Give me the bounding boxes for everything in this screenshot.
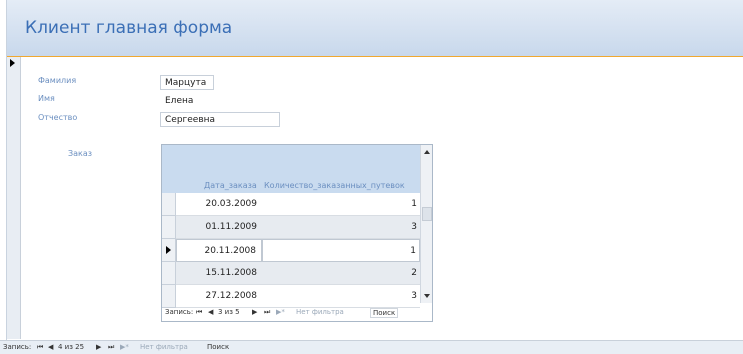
form-first-record-icon[interactable]: ⏮ <box>37 343 43 352</box>
subform-record-position[interactable]: 3 из 5 <box>218 308 240 316</box>
form-title: Клиент главная форма <box>25 18 233 38</box>
form-last-record-icon[interactable]: ⏭ <box>108 343 114 352</box>
subform-next-record-icon[interactable]: ▶ <box>252 308 257 316</box>
form-header: Клиент главная форма <box>7 0 743 57</box>
subform-prev-record-icon[interactable]: ◀ <box>208 308 213 316</box>
subform-record-navigator: Запись: ⏮ ◀ 3 из 5 ▶ ⏭ ▶* Нет фильтра По… <box>162 304 432 321</box>
column-header-qty[interactable]: Количество_заказанных_путевок <box>264 181 405 190</box>
patronymic-field[interactable]: Сергеевна <box>160 112 280 127</box>
qty-cell[interactable]: 1 <box>262 239 420 262</box>
current-row-arrow-icon <box>166 246 171 254</box>
subform-last-record-icon[interactable]: ⏭ <box>264 308 270 317</box>
subform-header: Дата_заказа Количество_заказанных_путево… <box>162 145 420 193</box>
form-record-navigator: Запись: ⏮ ◀ 4 из 25 ▶ ⏭ ▶* Нет фильтра П… <box>0 340 743 354</box>
name-label: Имя <box>38 94 55 103</box>
subform-new-record-icon[interactable]: ▶* <box>276 308 285 316</box>
scroll-thumb[interactable] <box>422 207 432 221</box>
current-record-arrow-icon <box>10 59 15 67</box>
table-row[interactable]: 01.11.2009 3 <box>162 216 420 239</box>
scroll-down-icon[interactable] <box>424 294 430 298</box>
record-selector[interactable] <box>7 57 21 339</box>
date-cell[interactable]: 15.11.2008 <box>176 262 262 285</box>
form-prev-record-icon[interactable]: ◀ <box>48 343 53 351</box>
order-label: Заказ <box>68 149 93 158</box>
surname-label: Фамилия <box>38 76 77 85</box>
table-row[interactable]: 20.03.2009 1 <box>162 193 420 216</box>
name-field[interactable]: Елена <box>160 93 214 108</box>
date-cell[interactable]: 01.11.2009 <box>176 216 262 239</box>
qty-cell[interactable]: 2 <box>262 262 420 285</box>
qty-cell[interactable]: 3 <box>262 216 420 239</box>
subform-search-input[interactable]: Поиск <box>370 308 399 318</box>
subform-filter-indicator[interactable]: Нет фильтра <box>296 308 344 316</box>
table-row[interactable]: 20.11.2008 1 <box>162 239 420 262</box>
scroll-up-icon[interactable] <box>424 150 430 154</box>
patronymic-label: Отчество <box>38 113 78 122</box>
date-cell[interactable]: 20.11.2008 <box>176 239 262 262</box>
row-selector[interactable] <box>162 239 176 262</box>
date-cell[interactable]: 20.03.2009 <box>176 193 262 216</box>
access-form-window: Клиент главная форма Фамилия Марцута Имя… <box>0 0 743 354</box>
row-selector[interactable] <box>162 262 176 285</box>
subform-first-record-icon[interactable]: ⏮ <box>196 308 202 317</box>
subform-vertical-scrollbar[interactable] <box>420 145 432 303</box>
surname-field[interactable]: Марцута <box>160 75 214 90</box>
orders-subform[interactable]: Дата_заказа Количество_заказанных_путево… <box>161 144 433 322</box>
form-record-position[interactable]: 4 из 25 <box>58 343 84 351</box>
subform-nav-label: Запись: <box>165 308 194 316</box>
form-new-record-icon[interactable]: ▶* <box>120 343 129 351</box>
form-search-input[interactable]: Поиск <box>207 343 229 351</box>
qty-cell[interactable]: 1 <box>262 193 420 216</box>
form-next-record-icon[interactable]: ▶ <box>96 343 101 351</box>
form-filter-indicator[interactable]: Нет фильтра <box>140 343 188 351</box>
column-header-date[interactable]: Дата_заказа <box>204 181 257 190</box>
form-nav-label: Запись: <box>3 343 32 351</box>
row-selector[interactable] <box>162 216 176 239</box>
table-row[interactable]: 15.11.2008 2 <box>162 262 420 285</box>
row-selector[interactable] <box>162 193 176 216</box>
